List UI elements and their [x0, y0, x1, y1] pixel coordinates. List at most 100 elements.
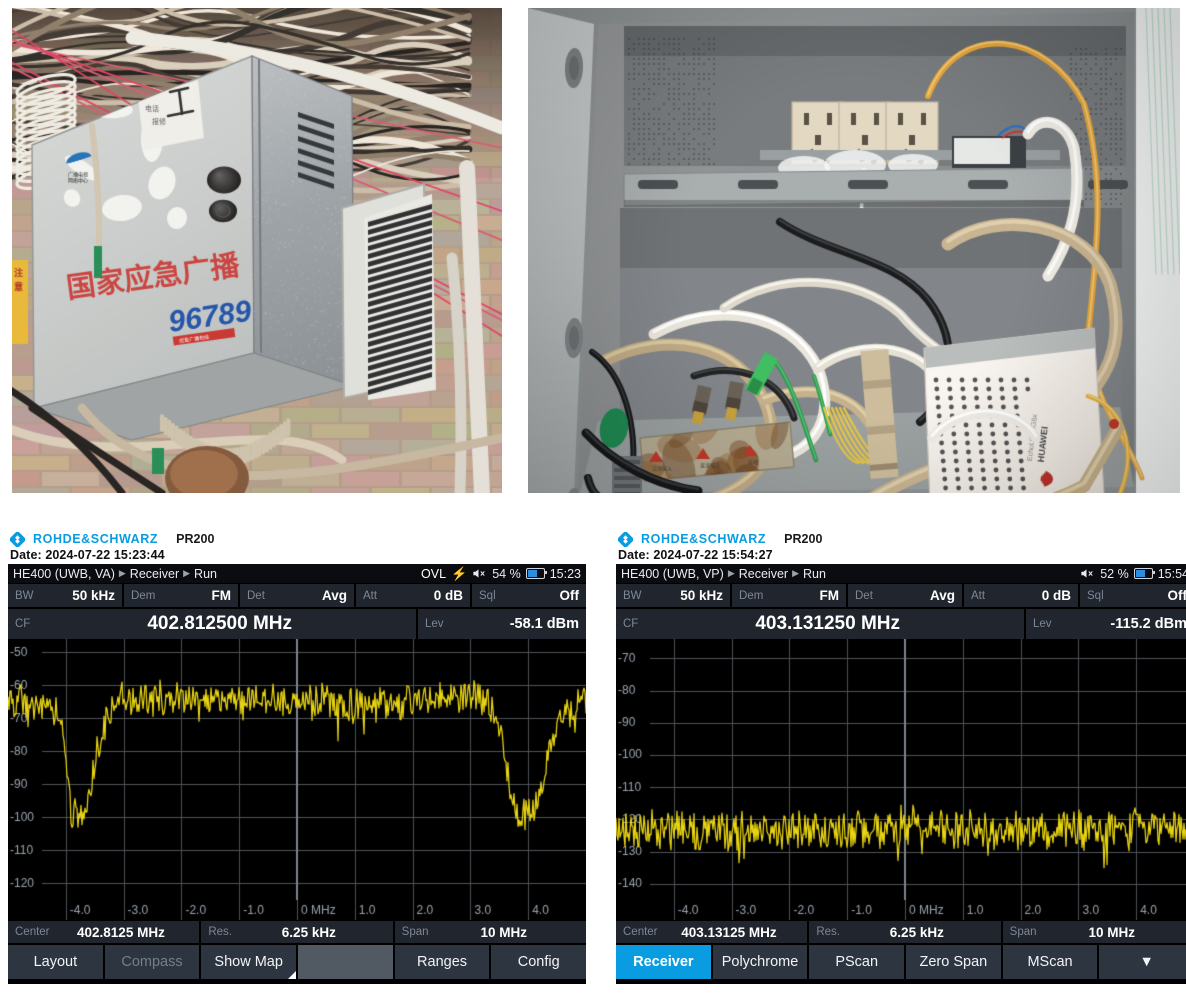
- photo-row: [0, 0, 1186, 500]
- lev-key: Lev: [1033, 618, 1052, 630]
- center-frequency-row-left: CF 402.812500 MHz Lev -58.1 dBm: [8, 609, 586, 639]
- softkey-bar-left: Layout Compass Show Map Ranges Config: [8, 945, 587, 979]
- chevron-right-icon: ▶: [727, 568, 735, 578]
- softkey-polychrome[interactable]: Polychrome: [712, 945, 808, 979]
- center-frequency-field[interactable]: CF 403.131250 MHz: [616, 609, 1024, 639]
- footer-info-row-right: Center 403.13125 MHz Res. 6.25 kHz Span …: [616, 921, 1186, 943]
- footer-center[interactable]: Center 403.13125 MHz: [616, 921, 808, 943]
- param-dem-value: FM: [211, 588, 232, 603]
- param-dem[interactable]: Dem FM: [124, 584, 238, 607]
- softkey-show-map[interactable]: Show Map: [201, 945, 297, 979]
- photo-cabinet-interior: [528, 8, 1180, 493]
- footer-center-value: 403.13125 MHz: [681, 924, 777, 940]
- footer-res[interactable]: Res. 6.25 kHz: [809, 921, 1001, 943]
- title-bar-left: HE400 (UWB, VA) ▶ Receiver ▶ Run OVL ⚡ 5…: [8, 564, 586, 583]
- breadcrumb-item-device[interactable]: HE400 (UWB, VP): [621, 567, 724, 581]
- level-field[interactable]: Lev -58.1 dBm: [418, 609, 586, 639]
- footer-res-key: Res.: [208, 926, 232, 938]
- speaker-muted-icon[interactable]: [1080, 568, 1095, 579]
- cf-key: CF: [15, 618, 31, 630]
- breadcrumb-left[interactable]: HE400 (UWB, VA) ▶ Receiver ▶ Run: [13, 567, 217, 581]
- footer-res-value: 6.25 kHz: [281, 924, 336, 940]
- param-det[interactable]: Det Avg: [848, 584, 962, 607]
- softkey-more-chevron-down-icon[interactable]: ▼: [1099, 945, 1186, 979]
- param-sql[interactable]: Sql Off: [1080, 584, 1186, 607]
- spectrum-plot-left[interactable]: [8, 639, 586, 920]
- footer-span[interactable]: Span 10 MHz: [1002, 921, 1186, 943]
- param-bw-value: 50 kHz: [72, 588, 115, 603]
- breadcrumb-item-mode[interactable]: Receiver: [739, 567, 788, 581]
- param-att-key: Att: [971, 589, 986, 602]
- param-bw[interactable]: BW 50 kHz: [616, 584, 730, 607]
- param-sql-value: Off: [1167, 588, 1186, 603]
- softkey-compass[interactable]: Compass: [104, 945, 200, 979]
- param-bw-key: BW: [623, 589, 642, 602]
- breadcrumb-item-state[interactable]: Run: [803, 567, 826, 581]
- param-det-value: Avg: [929, 588, 955, 603]
- softkey-mscan[interactable]: MScan: [1002, 945, 1098, 979]
- param-det-value: Avg: [321, 588, 347, 603]
- center-frequency-field[interactable]: CF 402.812500 MHz: [8, 609, 416, 639]
- chevron-right-icon: ▶: [118, 568, 126, 578]
- param-att-value: 0 dB: [1041, 588, 1071, 603]
- status-cluster-left: OVL ⚡ 54 % 15:23: [421, 567, 581, 581]
- breadcrumb-item-state[interactable]: Run: [194, 567, 217, 581]
- level-field[interactable]: Lev -115.2 dBm: [1026, 609, 1186, 639]
- lev-key: Lev: [425, 618, 444, 630]
- softkey-ranges[interactable]: Ranges: [394, 945, 490, 979]
- speaker-muted-icon[interactable]: [472, 568, 487, 579]
- brand-bar-right: ROHDE&SCHWARZ PR200: [616, 530, 1186, 548]
- param-dem[interactable]: Dem FM: [732, 584, 846, 607]
- softkey-receiver[interactable]: Receiver: [616, 945, 711, 979]
- param-bw[interactable]: BW 50 kHz: [8, 584, 122, 607]
- lev-value: -58.1 dBm: [509, 616, 579, 632]
- battery-percent-left: 54 %: [492, 566, 521, 581]
- softkey-bar-right: Receiver Polychrome PScan Zero Span MSca…: [616, 945, 1186, 979]
- footer-span[interactable]: Span 10 MHz: [394, 921, 586, 943]
- softkey-pscan[interactable]: PScan: [809, 945, 905, 979]
- overload-badge: OVL: [421, 566, 447, 581]
- param-sql[interactable]: Sql Off: [472, 584, 586, 607]
- param-sql-key: Sql: [1087, 589, 1104, 602]
- instrument-screen-left: HE400 (UWB, VA) ▶ Receiver ▶ Run OVL ⚡ 5…: [8, 564, 587, 984]
- brand-bar-left: ROHDE&SCHWARZ PR200: [8, 530, 586, 548]
- lightning-bolt-icon: ⚡: [451, 566, 468, 581]
- softkey-show-map-label: Show Map: [214, 954, 283, 970]
- softkey-config[interactable]: Config: [491, 945, 587, 979]
- center-frequency-row-right: CF 403.131250 MHz Lev -115.2 dBm: [616, 609, 1186, 639]
- rohde-schwarz-logo-icon: [10, 531, 25, 547]
- chevron-right-icon: ▶: [792, 568, 799, 578]
- param-det-key: Det: [247, 589, 265, 602]
- param-det-key: Det: [855, 589, 873, 602]
- parameter-row-left: BW 50 kHz Dem FM Det Avg Att 0 dB Sql Of…: [8, 583, 586, 607]
- softkey-empty[interactable]: [298, 945, 393, 979]
- param-bw-value: 50 kHz: [680, 588, 723, 603]
- footer-res-key: Res.: [816, 926, 840, 938]
- footer-span-key: Span: [401, 926, 429, 938]
- footer-center-key: Center: [623, 926, 658, 938]
- brand-name-right: ROHDE&SCHWARZ: [641, 532, 767, 546]
- softkey-zero-span[interactable]: Zero Span: [906, 945, 1001, 979]
- breadcrumb-item-device[interactable]: HE400 (UWB, VA): [13, 567, 115, 581]
- cf-value: 403.131250 MHz: [755, 613, 901, 634]
- param-det[interactable]: Det Avg: [240, 584, 354, 607]
- breadcrumb-right[interactable]: HE400 (UWB, VP) ▶ Receiver ▶ Run: [621, 567, 826, 581]
- footer-res-value: 6.25 kHz: [889, 924, 944, 940]
- cf-value: 402.812500 MHz: [147, 613, 293, 634]
- breadcrumb-item-mode[interactable]: Receiver: [130, 567, 179, 581]
- param-att[interactable]: Att 0 dB: [964, 584, 1078, 607]
- softkey-layout[interactable]: Layout: [8, 945, 103, 979]
- battery-icon: [1133, 568, 1156, 579]
- footer-info-row-left: Center 402.8125 MHz Res. 6.25 kHz Span 1…: [8, 921, 586, 943]
- date-label-right: Date: 2024-07-22 15:54:27: [618, 548, 773, 562]
- parameter-row-right: BW 50 kHz Dem FM Det Avg Att 0 dB Sql Of…: [616, 583, 1186, 607]
- footer-center[interactable]: Center 402.8125 MHz: [8, 921, 200, 943]
- footer-center-value: 402.8125 MHz: [77, 924, 165, 940]
- date-label-left: Date: 2024-07-22 15:23:44: [10, 548, 165, 562]
- spectrum-plot-right[interactable]: [616, 639, 1186, 920]
- clock-left: 15:23: [549, 566, 581, 581]
- param-att[interactable]: Att 0 dB: [356, 584, 470, 607]
- clock-right: 15:54: [1157, 566, 1186, 581]
- footer-res[interactable]: Res. 6.25 kHz: [201, 921, 393, 943]
- footer-span-value: 10 MHz: [480, 924, 527, 940]
